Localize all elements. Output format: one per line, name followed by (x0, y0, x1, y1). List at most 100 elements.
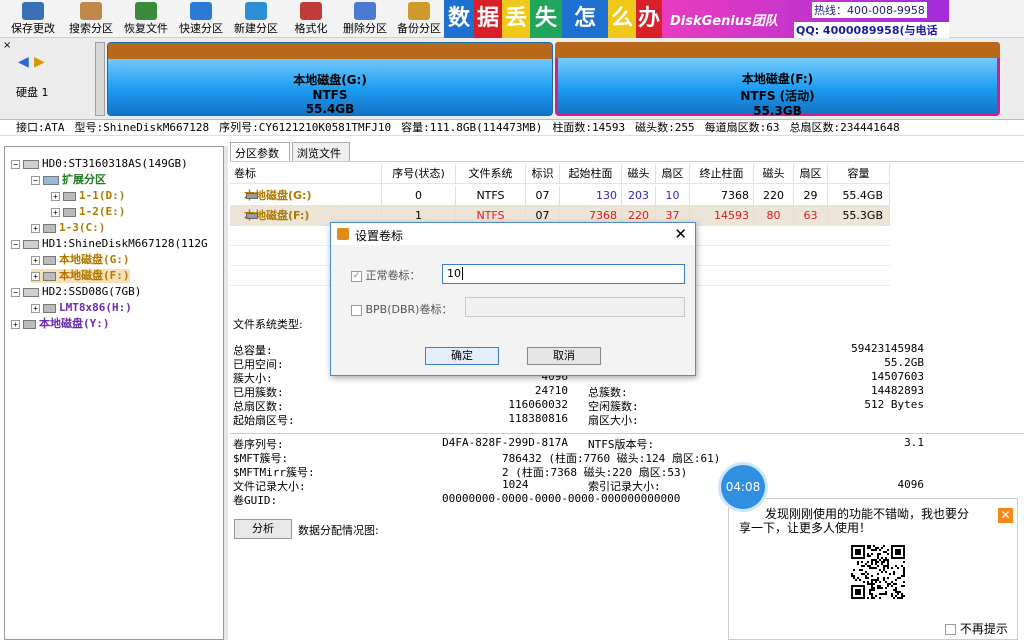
expand-toggle-icon[interactable]: + (11, 319, 20, 329)
expand-toggle-icon[interactable]: − (11, 239, 20, 249)
previous-disk-icon[interactable]: ◀ (18, 54, 29, 70)
cancel-button[interactable]: 取消 (527, 347, 601, 365)
fs-value: 55.2GB (884, 356, 924, 369)
tree-node[interactable]: +1-1(D:) (51, 189, 125, 203)
tree-node[interactable]: + 本地磁盘(Y:) (11, 317, 110, 331)
delete-partition-button[interactable]: 删除分区 (338, 0, 392, 36)
expand-toggle-icon[interactable]: + (51, 207, 60, 217)
partition-block-g[interactable]: 本地磁盘(G:) NTFS 55.4GB (107, 42, 553, 116)
normal-label-value: 10 (447, 267, 461, 280)
bpb-label-checkbox[interactable] (351, 304, 362, 316)
table-cell: 07 (526, 186, 560, 206)
fs-value: 512 Bytes (864, 398, 924, 411)
recording-timer[interactable]: 04:08 (721, 465, 765, 509)
column-header[interactable]: 卷标 (230, 164, 382, 184)
quick-partition-icon (190, 2, 212, 20)
disk-info-item: 接口:ATA (16, 121, 65, 134)
recover-files-button[interactable]: 恢复文件 (118, 0, 174, 36)
app-icon (337, 228, 349, 240)
bpb-label-input[interactable] (465, 297, 685, 317)
close-icon[interactable]: ✕ (998, 508, 1013, 523)
column-header[interactable]: 序号(状态) (382, 164, 456, 184)
normal-label-input[interactable]: 10 (442, 264, 685, 284)
expand-toggle-icon[interactable]: − (11, 287, 20, 297)
format-button[interactable]: 格式化 (284, 0, 338, 36)
normal-label-checkbox[interactable]: ✓ (351, 270, 362, 282)
expand-toggle-icon[interactable]: + (31, 303, 40, 313)
column-header[interactable]: 起始柱面 (560, 164, 622, 184)
table-cell: 55.3GB (828, 206, 890, 226)
close-icon[interactable]: ✕ (674, 225, 687, 243)
disk-tree[interactable]: − HD0:ST3160318AS(149GB) − 扩展分区 +1-1(D:) +1-2… (4, 146, 224, 640)
fs-value: 14482893 (871, 384, 924, 397)
ad-banner[interactable]: 数据丢失怎么办 DiskGenius团队 热线：400-008-9958 QQ:… (444, 0, 949, 38)
tab-partition-params[interactable]: 分区参数 (230, 142, 290, 161)
backup-partition-button[interactable]: 备份分区 (392, 0, 446, 36)
tree-node[interactable]: − HD0:ST3160318AS(149GB) (11, 157, 188, 171)
partition-block-f[interactable]: 本地磁盘(F:) NTFS (活动) 55.3GB (555, 42, 1000, 118)
tree-node[interactable]: − HD1:ShineDiskM667128(112G (11, 237, 208, 251)
tree-node[interactable]: +1-2(E:) (51, 205, 125, 219)
tab-browse-files[interactable]: 浏览文件 (292, 142, 350, 161)
expand-toggle-icon[interactable]: − (31, 175, 40, 185)
expand-toggle-icon[interactable]: − (11, 159, 20, 169)
bpb-label-row: BPB(DBR)卷标： (351, 301, 452, 317)
next-disk-icon[interactable]: ▶ (34, 54, 45, 70)
new-partition-button[interactable]: 新建分区 (228, 0, 284, 36)
banner-char: 么 (608, 0, 636, 38)
partition-size: 55.3GB (753, 104, 802, 118)
column-header[interactable]: 标识 (526, 164, 560, 184)
column-header[interactable]: 容量 (828, 164, 890, 184)
close-icon[interactable]: × (3, 40, 11, 51)
expand-toggle-icon[interactable]: + (31, 271, 40, 281)
quick-partition-button[interactable]: 快速分区 (174, 0, 228, 36)
tree-node[interactable]: + 本地磁盘(F:) (31, 269, 130, 283)
divider (230, 433, 1024, 434)
partition-icon (23, 319, 36, 329)
no-remind-checkbox[interactable] (945, 624, 956, 635)
share-popup: ✕ 发现刚刚使用的功能不错呦，我也要分享一下，让更多人使用！ 不再提示 (728, 498, 1018, 640)
toolbar-label: 新建分区 (234, 22, 278, 35)
column-header[interactable]: 终止柱面 (690, 164, 754, 184)
save-changes-button[interactable]: 保存更改 (2, 0, 64, 36)
column-header[interactable]: 磁头 (754, 164, 794, 184)
set-volume-label-dialog: 设置卷标 ✕ ✓ 正常卷标： 10 BPB(DBR)卷标： 确定 取消 (330, 222, 696, 376)
disk-map-bar: × ◀ ▶ 硬盘 1 本地磁盘(G:) NTFS 55.4GB 本地磁盘(F:)… (0, 38, 1024, 120)
fs-value: 1024 (502, 478, 529, 491)
tree-node-label: HD0:ST3160318AS(149GB) (42, 157, 188, 170)
column-header[interactable]: 文件系统 (456, 164, 526, 184)
expand-toggle-icon[interactable]: + (31, 223, 40, 233)
tree-node-label: 1-2(E:) (79, 205, 126, 218)
partition-name: 本地磁盘(G:) (293, 73, 367, 87)
tree-node-label: 本地磁盘(F:) (59, 269, 130, 282)
dialog-titlebar: 设置卷标 ✕ (331, 223, 695, 245)
partition-icon (43, 303, 56, 313)
tree-node[interactable]: + 本地磁盘(G:) (31, 253, 130, 267)
expand-toggle-icon[interactable]: + (51, 191, 60, 201)
table-cell: 10 (656, 186, 690, 206)
column-header[interactable]: 扇区 (656, 164, 690, 184)
bpb-label-text: BPB(DBR)卷标： (365, 303, 453, 316)
disk-map-handle[interactable] (95, 42, 105, 116)
banner-contact: DiskGenius团队 热线：400-008-9958 QQ: 4000089… (662, 0, 949, 38)
tree-node[interactable]: + LMT8x86(H:) (31, 301, 132, 315)
fs-value: 14507603 (871, 370, 924, 383)
no-remind-row[interactable]: 不再提示 (945, 620, 1008, 637)
column-header[interactable]: 扇区 (794, 164, 828, 184)
tree-node[interactable]: − 扩展分区 (31, 173, 106, 187)
fs-value: 4096 (897, 478, 925, 491)
table-cell: 14593 (690, 206, 754, 226)
search-partition-button[interactable]: 搜索分区 (64, 0, 118, 36)
normal-label-text: 正常卷标： (365, 269, 421, 282)
analyze-button[interactable]: 分析 (234, 519, 292, 539)
expand-toggle-icon[interactable]: + (31, 255, 40, 265)
toolbar-label: 快速分区 (179, 22, 223, 35)
qr-code-icon (849, 543, 907, 601)
toolbar-label: 保存更改 (11, 22, 55, 35)
banner-phone: 热线：400-008-9958 (812, 2, 927, 18)
tree-node[interactable]: +1-3(C:) (31, 221, 105, 235)
column-header[interactable]: 磁头 (622, 164, 656, 184)
ok-button[interactable]: 确定 (425, 347, 499, 365)
tree-node[interactable]: − HD2:SSD08G(7GB) (11, 285, 141, 299)
pane-splitter[interactable] (224, 146, 228, 640)
